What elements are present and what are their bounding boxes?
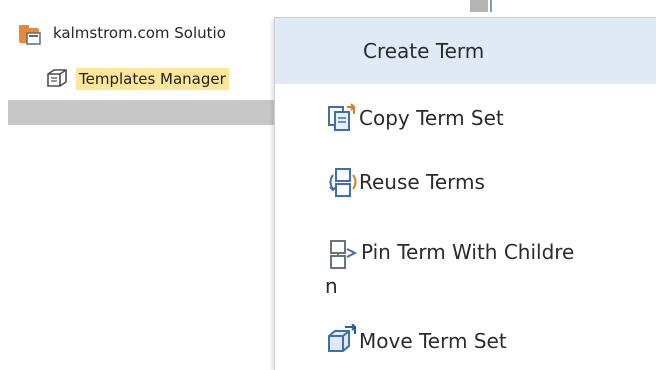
menu-item-pin-term-with-children[interactable]: Pin Term With Childre n	[275, 224, 656, 304]
tree-node-templates-manager-label: Templates Manager	[76, 68, 229, 90]
menu-item-create-term[interactable]: Create Term	[275, 18, 656, 84]
move-term-set-icon	[325, 323, 359, 358]
term-set-icon	[44, 66, 72, 92]
menu-item-reuse-terms[interactable]: Reuse Terms	[275, 162, 656, 202]
tree-node-templates-manager[interactable]: Templates Manager	[44, 66, 229, 92]
menu-item-reuse-terms-label: Reuse Terms	[359, 170, 485, 194]
menu-item-move-term-set-label: Move Term Set	[359, 329, 507, 353]
menu-item-copy-term-set-label: Copy Term Set	[359, 106, 504, 130]
menu-item-pin-term-label: Pin Term With Childre	[361, 240, 575, 264]
ribbon-divider	[490, 0, 492, 12]
tree-node-root[interactable]: kalmstrom.com Solutio	[18, 20, 229, 46]
selection-bar	[8, 100, 298, 125]
tree-node-root-label: kalmstrom.com Solutio	[53, 24, 226, 42]
term-store-icon	[18, 20, 46, 46]
reuse-terms-icon	[325, 165, 359, 199]
copy-term-set-icon	[325, 101, 359, 135]
context-menu: Create Term Copy Term Set Reuse Terms Pi…	[274, 17, 656, 370]
ribbon-tab	[470, 0, 488, 12]
menu-item-copy-term-set[interactable]: Copy Term Set	[275, 98, 656, 138]
taxonomy-tree: kalmstrom.com Solutio Templates Manager	[0, 0, 300, 369]
menu-item-create-term-label: Create Term	[363, 39, 485, 63]
menu-item-move-term-set[interactable]: Move Term Set	[275, 321, 656, 361]
pin-term-icon	[325, 237, 359, 271]
menu-item-pin-term-label-wrap: n	[325, 274, 338, 298]
